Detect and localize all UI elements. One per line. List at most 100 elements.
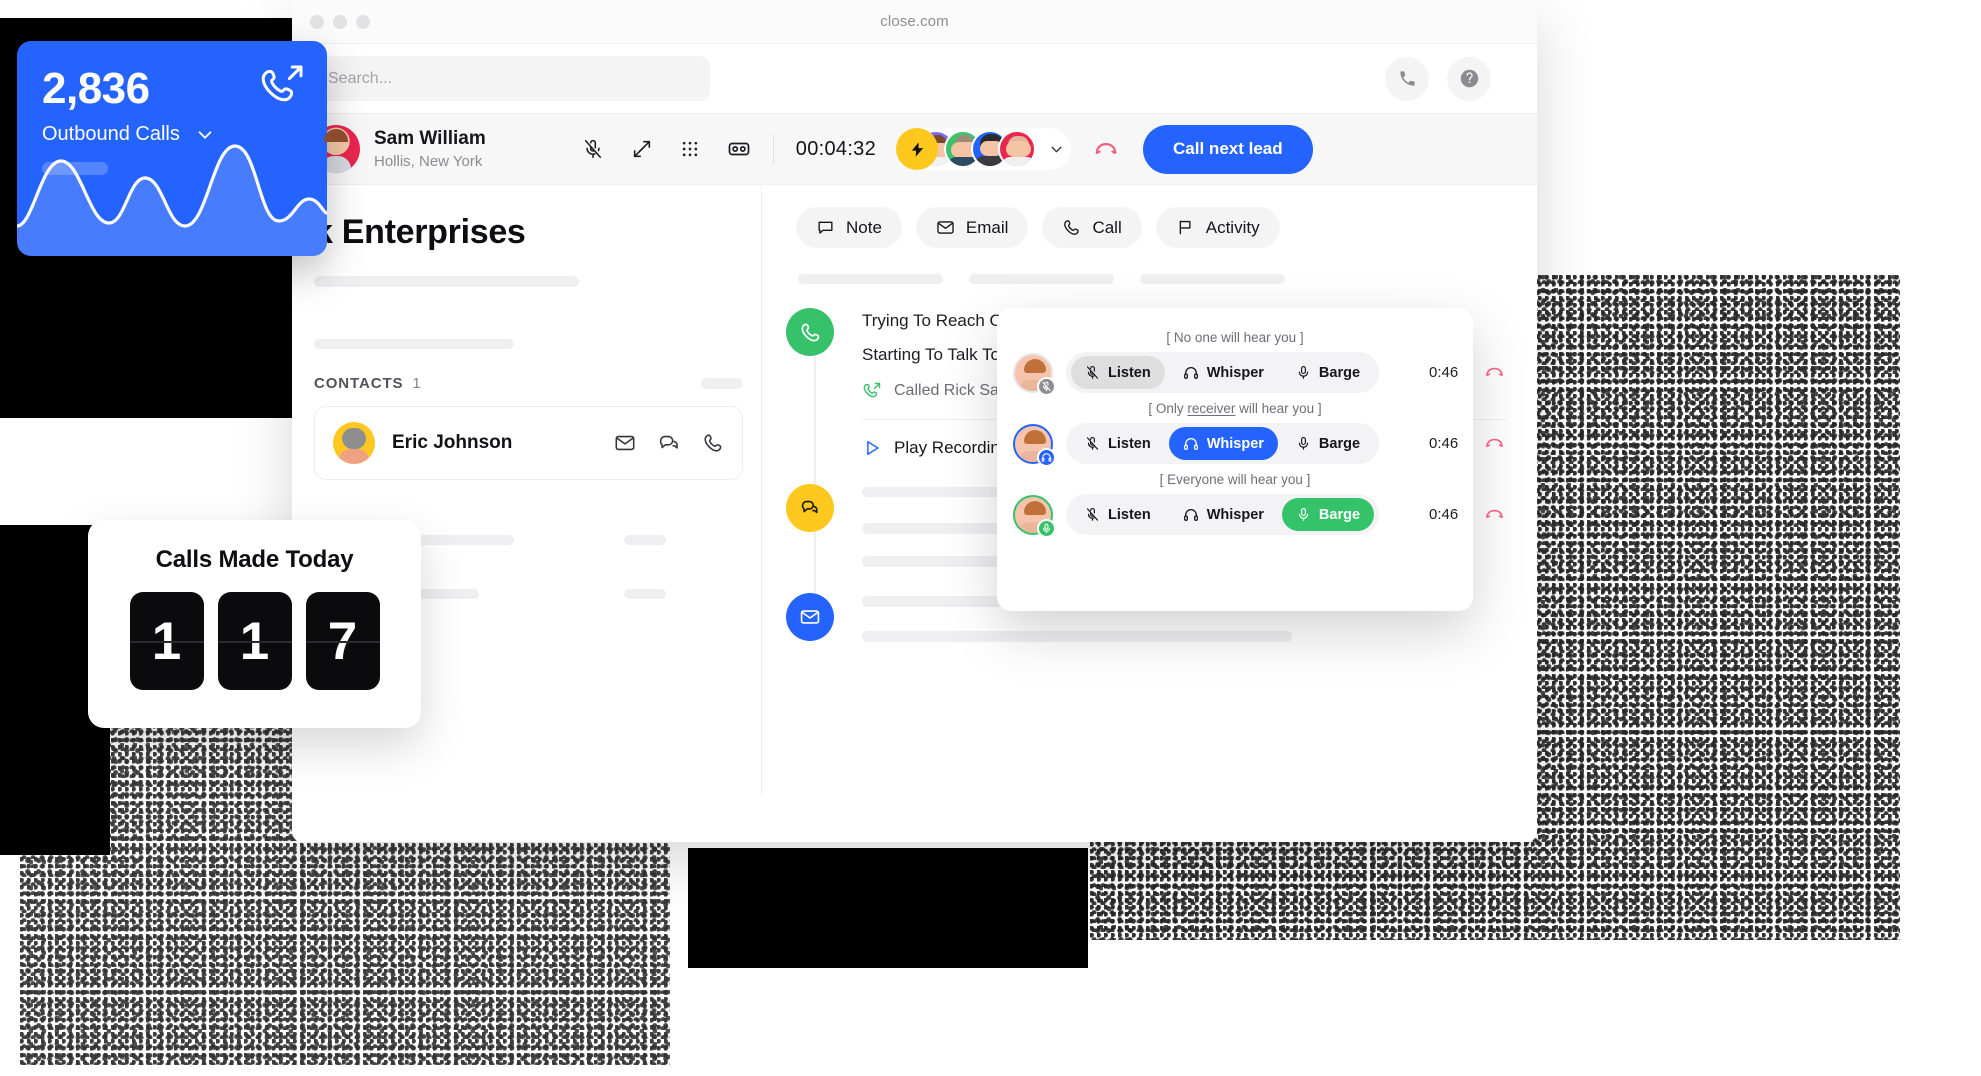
headset-icon bbox=[1183, 436, 1199, 452]
activity-tabs: Note Email Call Activity bbox=[796, 207, 1507, 248]
mic-muted-icon[interactable] bbox=[582, 138, 604, 160]
envelope-icon bbox=[936, 218, 955, 237]
call-monitoring-panel: [ No one will hear you ] Listen Whisper … bbox=[997, 308, 1503, 611]
chat-bubbles-icon bbox=[786, 484, 834, 532]
chevron-down-icon[interactable] bbox=[1048, 141, 1065, 158]
tab-note[interactable]: Note bbox=[796, 207, 902, 248]
avatar[interactable] bbox=[998, 130, 1037, 168]
call-icon[interactable] bbox=[702, 432, 724, 454]
sms-icon[interactable] bbox=[658, 432, 680, 454]
avatar bbox=[333, 422, 375, 464]
contacts-header: CONTACTS 1 bbox=[314, 375, 761, 392]
transfer-icon[interactable] bbox=[631, 138, 653, 160]
participant-stack[interactable] bbox=[896, 128, 1072, 170]
whisper-button[interactable]: Whisper bbox=[1169, 356, 1278, 389]
search-input[interactable]: Search... bbox=[310, 56, 710, 101]
monitor-row: Listen Whisper Barge 0:46 bbox=[1013, 423, 1503, 467]
whisper-button[interactable]: Whisper bbox=[1169, 498, 1278, 531]
skeleton-line bbox=[1140, 274, 1285, 284]
page-title: k Enterprises bbox=[314, 213, 526, 251]
calls-made-today-card: Calls Made Today 1 1 7 bbox=[88, 520, 421, 728]
digit-tile: 1 bbox=[129, 592, 204, 690]
skeleton-line bbox=[314, 339, 514, 349]
hangup-icon[interactable] bbox=[1484, 504, 1505, 525]
tab-email[interactable]: Email bbox=[915, 207, 1029, 248]
monitor-caption-underline: receiver bbox=[1187, 401, 1236, 416]
monitor-timer: 0:46 bbox=[1429, 506, 1459, 523]
barge-label: Barge bbox=[1318, 506, 1361, 523]
listen-button[interactable]: Listen bbox=[1071, 427, 1165, 460]
skeleton-line bbox=[969, 274, 1114, 284]
digit-tile: 7 bbox=[305, 592, 380, 690]
call-next-lead-button[interactable]: Call next lead bbox=[1143, 124, 1313, 174]
envelope-icon bbox=[786, 593, 834, 641]
monitor-caption: [ No one will hear you ] bbox=[1166, 330, 1304, 345]
listen-label: Listen bbox=[1108, 506, 1151, 523]
phone-handset-icon bbox=[786, 308, 834, 356]
barge-button[interactable]: Barge bbox=[1282, 356, 1374, 389]
tab-label: Note bbox=[846, 217, 882, 237]
calls-made-today-title: Calls Made Today bbox=[155, 546, 354, 573]
active-call-bar: Sam William Hollis, New York 00:04:32 Ca… bbox=[292, 113, 1537, 185]
headset-icon bbox=[1183, 507, 1199, 523]
whisper-button[interactable]: Whisper bbox=[1168, 427, 1278, 460]
contact-name: Eric Johnson bbox=[392, 432, 513, 453]
hangup-icon[interactable] bbox=[1484, 362, 1505, 383]
mic-muted-icon bbox=[1037, 376, 1056, 396]
dialpad-icon[interactable] bbox=[680, 139, 700, 159]
question-mark-icon[interactable] bbox=[1447, 56, 1491, 101]
phone-icon[interactable] bbox=[1385, 56, 1429, 101]
monitor-row: Listen Whisper Barge 0:46 bbox=[1013, 494, 1503, 538]
mic-muted-icon bbox=[1085, 365, 1100, 380]
divider bbox=[772, 134, 774, 164]
address-bar[interactable]: close.com bbox=[292, 13, 1537, 30]
tab-label: Activity bbox=[1205, 217, 1260, 237]
skeleton-line bbox=[624, 589, 666, 599]
list-item[interactable]: Eric Johnson bbox=[314, 406, 743, 480]
call-timer: 00:04:32 bbox=[795, 137, 877, 160]
toolbar-actions bbox=[1385, 56, 1537, 101]
avatar bbox=[1013, 423, 1056, 467]
barge-button[interactable]: Barge bbox=[1281, 498, 1375, 531]
tab-label: Call bbox=[1092, 217, 1122, 237]
monitor-timer: 0:46 bbox=[1429, 364, 1459, 381]
monitor-caption: [ Only receiver will hear you ] bbox=[1013, 401, 1457, 416]
mic-icon bbox=[1296, 507, 1311, 522]
call-contact-name: Sam William bbox=[374, 127, 486, 149]
decor-block-bottom bbox=[688, 848, 1088, 968]
play-recording-label: Play Recording bbox=[894, 438, 1010, 457]
listen-button[interactable]: Listen bbox=[1071, 356, 1165, 389]
screenshot-root: close.com Search... Sam William Hollis, … bbox=[0, 0, 1981, 1076]
monitor-caption-post: will hear you ] bbox=[1235, 401, 1322, 416]
tab-label: Email bbox=[965, 217, 1009, 237]
lightning-bolt-icon[interactable] bbox=[896, 128, 939, 170]
play-icon bbox=[862, 438, 882, 458]
contact-actions bbox=[614, 432, 724, 454]
headset-icon bbox=[1183, 365, 1199, 381]
tab-call[interactable]: Call bbox=[1042, 207, 1142, 248]
outbound-calls-card: 2,836 Outbound Calls bbox=[17, 41, 327, 256]
monitor-row: Listen Whisper Barge 0:46 bbox=[1013, 352, 1503, 396]
monitor-caption: [ Everyone will hear you ] bbox=[1159, 472, 1311, 487]
listen-button[interactable]: Listen bbox=[1071, 498, 1165, 531]
voicemail-icon[interactable] bbox=[727, 137, 751, 161]
hangup-icon[interactable] bbox=[1093, 136, 1119, 162]
listen-label: Listen bbox=[1108, 364, 1151, 381]
skeleton-row bbox=[798, 274, 1507, 284]
browser-titlebar: close.com bbox=[292, 0, 1537, 44]
call-controls bbox=[582, 137, 751, 161]
contacts-count: 1 bbox=[412, 375, 421, 392]
call-contact-location: Hollis, New York bbox=[374, 152, 483, 170]
mic-icon bbox=[1296, 365, 1311, 380]
email-icon[interactable] bbox=[614, 432, 636, 454]
hangup-icon[interactable] bbox=[1484, 433, 1505, 454]
tab-activity[interactable]: Activity bbox=[1155, 207, 1280, 248]
monitor-mode-group: Listen Whisper Barge bbox=[1066, 423, 1380, 464]
mic-icon bbox=[1296, 436, 1311, 451]
barge-button[interactable]: Barge bbox=[1282, 427, 1374, 460]
barge-label: Barge bbox=[1318, 435, 1361, 452]
mic-muted-icon bbox=[1085, 436, 1100, 451]
monitor-mode-group: Listen Whisper Barge bbox=[1066, 494, 1380, 535]
whisper-label: Whisper bbox=[1206, 364, 1264, 381]
mic-muted-icon bbox=[1085, 507, 1100, 522]
